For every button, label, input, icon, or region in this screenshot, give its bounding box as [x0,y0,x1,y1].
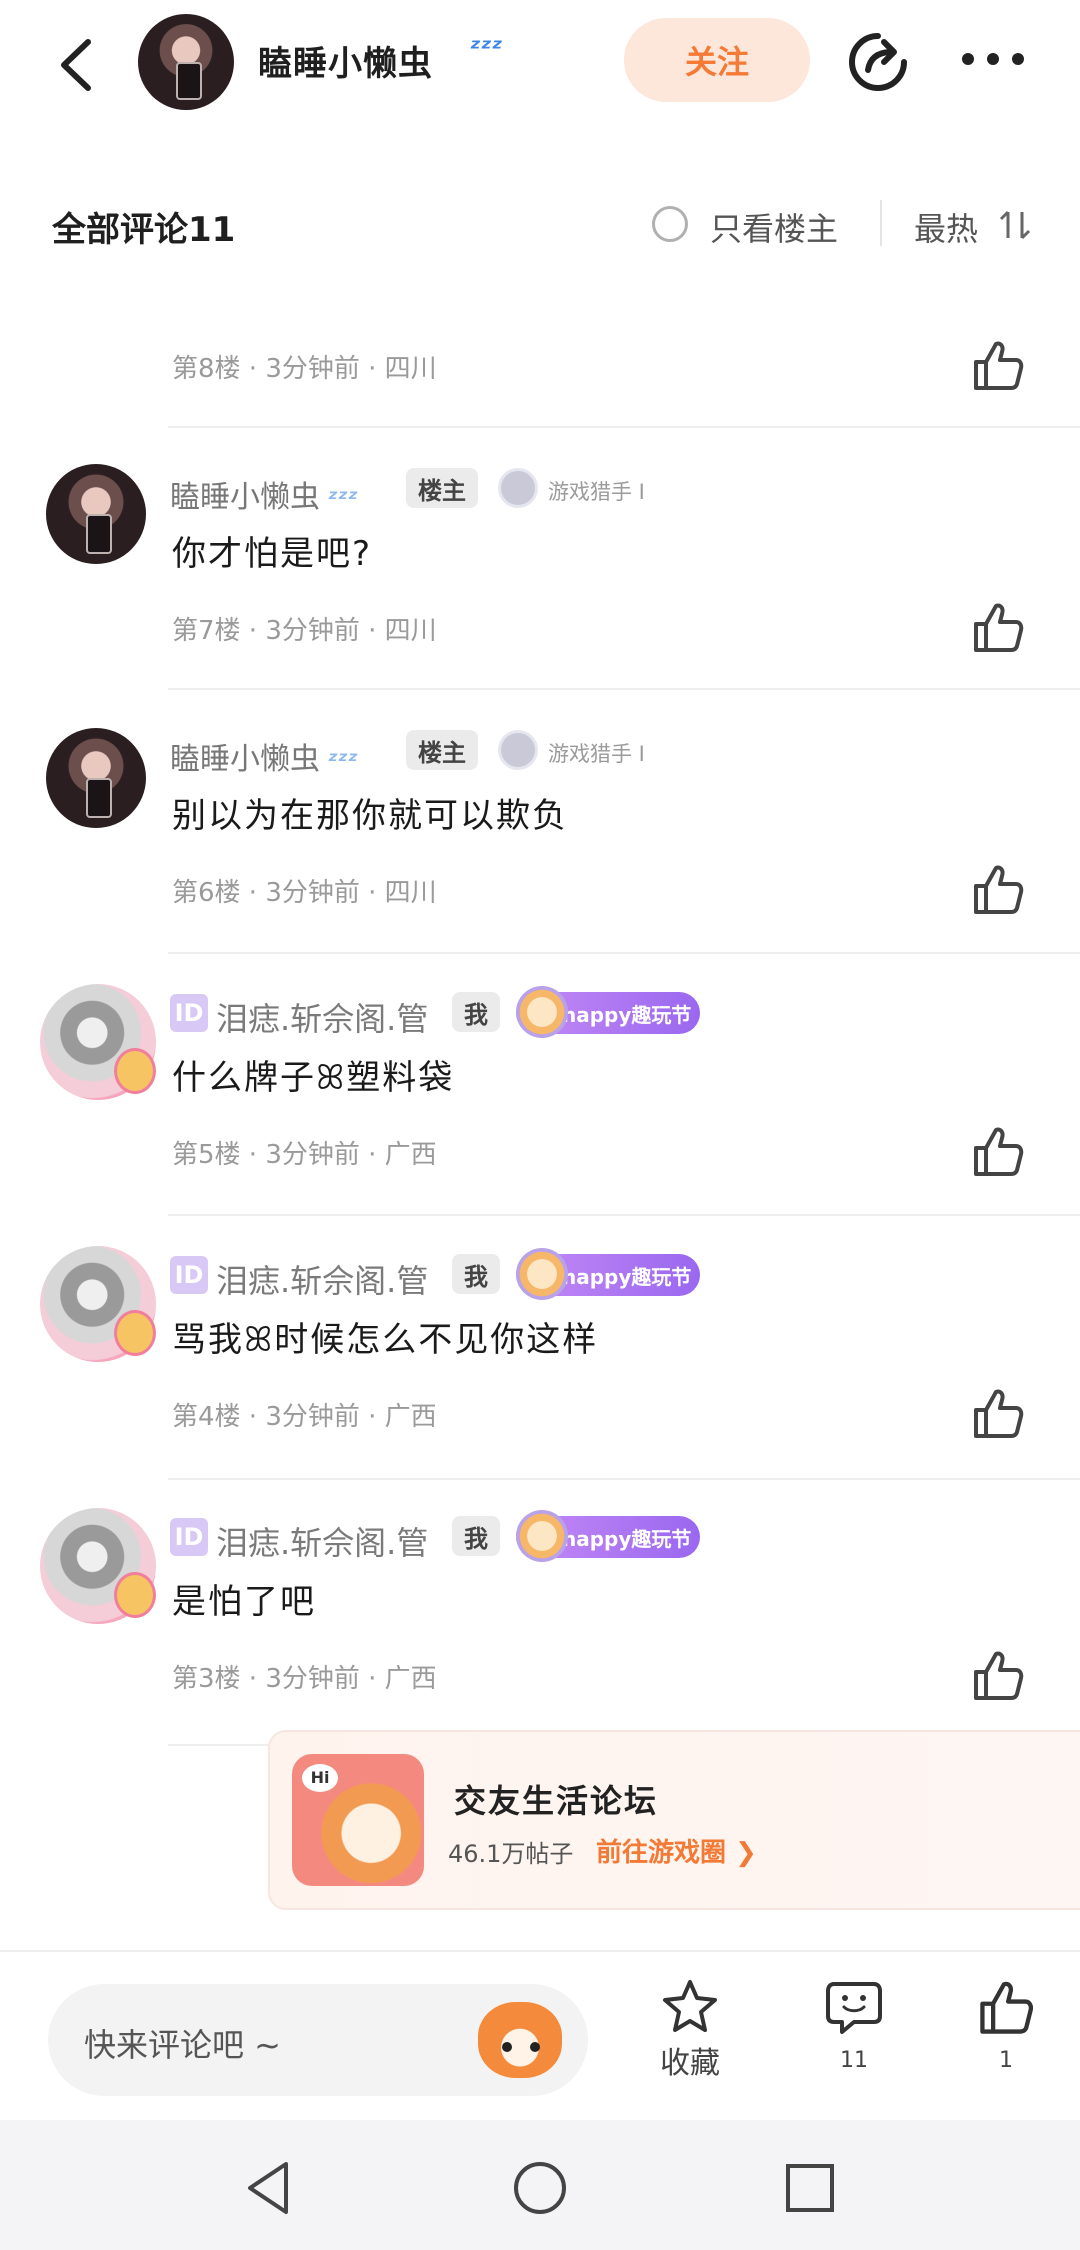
comment-divider [168,952,1080,954]
game-hunter-label: 游戏猎手 I [548,742,645,766]
thumbs-up-icon[interactable] [970,600,1026,656]
follow-button[interactable]: 关注 [624,18,810,102]
comment-divider [168,688,1080,690]
user-avatar[interactable] [40,984,156,1100]
thumbs-up-icon[interactable] [970,862,1026,918]
header-divider [880,200,882,246]
bottom-action-bar: 快来评论吧 ~ 收藏 11 1 [0,1950,1080,2120]
mascot-emoji-icon[interactable] [478,2002,562,2078]
comment-text[interactable]: 你才怕是吧? [172,526,372,575]
comment-meta: 第8楼 · 3分钟前 · 四川 [172,354,437,384]
comment-bubble-icon [826,1982,882,2034]
me-tag: 我 [452,992,500,1032]
nav-home-icon[interactable] [508,2156,572,2220]
forum-title: 交友生活论坛 [454,1782,659,1820]
comment-meta: 第7楼 · 3分钟前 · 四川 [172,616,437,646]
happy-festival-badge: happy趣玩节 [516,1248,700,1300]
thumbs-up-icon[interactable] [970,338,1026,394]
nav-back-icon[interactable] [236,2156,300,2220]
sleep-zzz-icon: ᶻᶻᶻ [328,485,359,513]
id-badge: ID [170,1518,208,1556]
happy-festival-badge: happy趣玩节 [516,1510,700,1562]
forum-thumbnail [292,1754,424,1886]
id-badge: ID [170,994,208,1032]
comments-header: 全部评论11 只看楼主 最热 [0,180,1080,270]
comment-text[interactable]: 什么牌子ꕤ塑料袋 [172,1050,454,1099]
host-tag: 楼主 [406,468,478,508]
comment-meta: 第4楼 · 3分钟前 · 广西 [172,1402,437,1432]
favorite-label: 收藏 [660,2046,720,2081]
more-dots-icon[interactable] [958,42,1028,76]
author-name[interactable]: 瞌睡小懒虫 [258,36,433,85]
id-badge: ID [170,1256,208,1294]
user-avatar[interactable] [40,1508,156,1624]
comment-input[interactable]: 快来评论吧 ~ [48,1984,588,2096]
goto-forum-link[interactable]: 前往游戏圈 ❯ [596,1832,757,1869]
comment-divider [168,1214,1080,1216]
game-hunter-badge-icon [498,468,538,508]
only-host-radio[interactable] [652,206,688,242]
me-tag: 我 [452,1516,500,1556]
comment-author[interactable]: 瞌睡小懒虫 ᶻᶻᶻ [170,734,358,778]
favorite-button[interactable]: 收藏 [640,1978,740,2082]
system-nav-bar [0,2120,1080,2250]
comment-meta: 第3楼 · 3分钟前 · 广西 [172,1664,437,1694]
me-tag: 我 [452,1254,500,1294]
comment-text[interactable]: 骂我ꕤ时候怎么不见你这样 [172,1312,598,1361]
comment-count: 11 [840,2048,868,2073]
like-button[interactable]: 1 [956,1978,1056,2073]
star-icon [663,1980,717,2032]
like-count: 1 [999,2048,1013,2073]
nav-recents-icon[interactable] [778,2156,842,2220]
sleep-zzz-icon: ᶻᶻᶻ [470,34,503,64]
comment-placeholder: 快来评论吧 ~ [84,2026,281,2064]
sort-hot-label[interactable]: 最热 [914,204,978,250]
comment-divider [168,1478,1080,1480]
happy-festival-badge: happy趣玩节 [516,986,700,1038]
user-avatar[interactable] [46,464,146,564]
top-bar: 瞌睡小懒虫 ᶻᶻᶻ 关注 [0,0,1080,130]
user-avatar[interactable] [40,1246,156,1362]
chevron-right-icon: ❯ [726,1838,757,1868]
thumbs-up-icon [980,1981,1034,2034]
author-avatar[interactable] [138,14,234,110]
thumbs-up-icon[interactable] [970,1386,1026,1442]
forum-card[interactable]: 交友生活论坛 46.1万帖子 前往游戏圈 ❯ [268,1730,1080,1910]
comments-title: 全部评论11 [52,210,236,250]
comment-author[interactable]: 泪痣.斩佘阁.管 [216,1518,428,1564]
comment-divider [168,426,1080,428]
thumbs-up-icon[interactable] [970,1124,1026,1180]
forum-post-count: 46.1万帖子 [448,1840,574,1868]
comment-author[interactable]: 泪痣.斩佘阁.管 [216,1256,428,1302]
sort-icon[interactable] [998,208,1032,242]
comment-text[interactable]: 别以为在那你就可以欺负 [172,788,568,837]
only-host-label[interactable]: 只看楼主 [710,204,838,250]
game-hunter-label: 游戏猎手 I [548,480,645,504]
user-avatar[interactable] [46,728,146,828]
host-tag: 楼主 [406,730,478,770]
comment-author[interactable]: 瞌睡小懒虫 ᶻᶻᶻ [170,472,358,516]
comment-author[interactable]: 泪痣.斩佘阁.管 [216,994,428,1040]
comment-count-button[interactable]: 11 [804,1978,904,2073]
sleep-zzz-icon: ᶻᶻᶻ [328,747,359,775]
game-hunter-badge-icon [498,730,538,770]
back-arrow-icon[interactable] [50,30,110,100]
thumbs-up-icon[interactable] [970,1648,1026,1704]
comment-text[interactable]: 是怕了吧 [172,1574,316,1623]
comment-meta: 第5楼 · 3分钟前 · 广西 [172,1140,437,1170]
share-icon[interactable] [846,30,910,94]
comment-meta: 第6楼 · 3分钟前 · 四川 [172,878,437,908]
